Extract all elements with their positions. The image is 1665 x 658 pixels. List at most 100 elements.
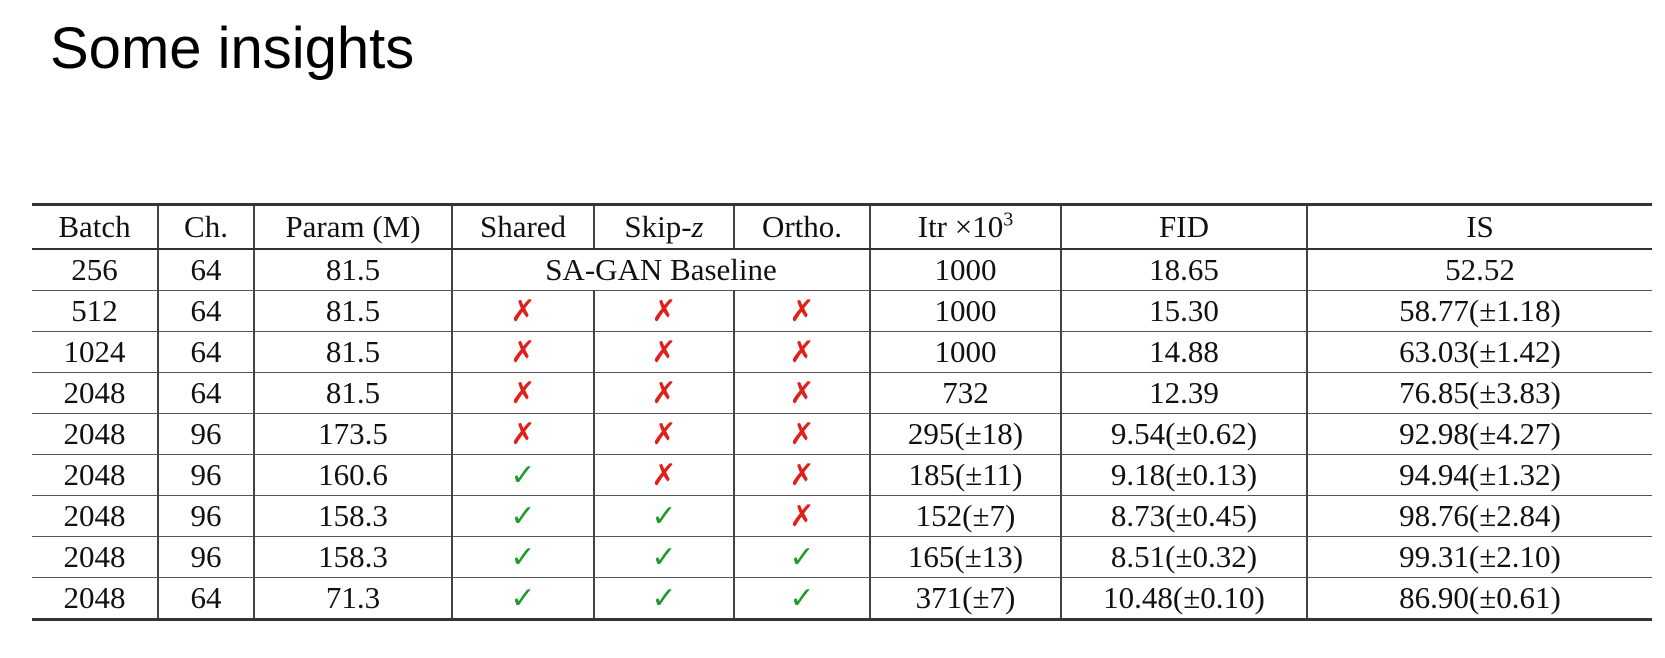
cell-param: 81.5 [253,372,452,414]
cell-fid: 9.54(±0.62) [1060,413,1307,455]
cell-skipz: ✗ [593,372,734,414]
cell-batch: 2048 [63,498,126,533]
check-icon: ✓ [789,539,815,575]
table-row: 1024 64 81.5 ✗ ✗ ✗ 1000 14.88 63.03(±1.42) [32,331,1652,373]
cross-icon: ✗ [789,416,815,452]
results-table-container: Batch Ch. Param (M) Shared Skip-z Ortho.… [32,203,1652,621]
cell-ortho: ✗ [733,372,870,414]
check-icon: ✓ [510,457,536,493]
cell-ortho: ✓ [733,536,870,578]
cell-fid: 18.65 [1060,249,1307,291]
check-icon: ✓ [510,580,536,616]
header-itr: Itr ×103 [869,203,1061,250]
cross-icon: ✗ [510,334,536,370]
header-skip-z-variable: z [691,209,704,244]
header-itr-exponent: 3 [1003,208,1014,231]
cross-icon: ✗ [510,375,536,411]
cell-param: 158.3 [253,495,452,537]
cell-ch: 64 [157,290,254,332]
cell-is: 86.90(±0.61) [1306,577,1652,620]
cell-ortho: ✗ [733,331,870,373]
header-shared: Shared [451,203,594,250]
cell-param: 71.3 [253,577,452,620]
header-fid: FID [1060,203,1307,250]
cell-param: 81.5 [253,249,452,291]
check-icon: ✓ [651,539,677,575]
cross-icon: ✗ [789,334,815,370]
table-body: 256 64 81.5 SA-GAN Baseline 1000 18.65 5… [32,249,1652,620]
cell-ch: 96 [157,454,254,496]
cross-icon: ✗ [789,498,815,534]
cell-fid: 12.39 [1060,372,1307,414]
cell-ortho: ✗ [733,290,870,332]
cell-batch: 256 [71,252,118,287]
cell-param: 173.5 [253,413,452,455]
cross-icon: ✗ [651,375,677,411]
cell-shared: ✗ [451,413,594,455]
table-header: Batch Ch. Param (M) Shared Skip-z Ortho.… [32,203,1652,250]
cell-fid: 15.30 [1060,290,1307,332]
cell-fid: 8.51(±0.32) [1060,536,1307,578]
cell-ortho: ✓ [733,577,870,620]
cell-shared: ✗ [451,372,594,414]
cross-icon: ✗ [651,293,677,329]
cell-itr: 165(±13) [869,536,1061,578]
cell-itr: 1000 [869,331,1061,373]
cell-fid: 14.88 [1060,331,1307,373]
cell-ch: 64 [157,372,254,414]
table-row: 512 64 81.5 ✗ ✗ ✗ 1000 15.30 58.77(±1.18) [32,290,1652,332]
cell-is: 76.85(±3.83) [1306,372,1652,414]
table-row: 2048 96 158.3 ✓ ✓ ✗ 152(±7) 8.73(±0.45) 98.76(±2… [32,495,1652,537]
check-icon: ✓ [651,498,677,534]
cell-is: 99.31(±2.10) [1306,536,1652,578]
cell-itr: 152(±7) [869,495,1061,537]
cell-ch: 64 [157,577,254,620]
cell-is: 98.76(±2.84) [1306,495,1652,537]
header-row: Batch Ch. Param (M) Shared Skip-z Ortho.… [32,203,1652,250]
cross-icon: ✗ [510,416,536,452]
cell-param: 158.3 [253,536,452,578]
cell-param: 160.6 [253,454,452,496]
cross-icon: ✗ [651,334,677,370]
header-param: Param (M) [253,203,452,250]
cell-ortho: ✗ [733,413,870,455]
header-skip-z-prefix: Skip- [624,209,692,244]
cell-param: 81.5 [253,290,452,332]
table-row: 2048 96 173.5 ✗ ✗ ✗ 295(±18) 9.54(±0.62) 92.98(±… [32,413,1652,455]
cell-shared: ✓ [451,536,594,578]
cross-icon: ✗ [510,293,536,329]
cell-batch: 2048 [63,375,126,410]
cell-batch: 512 [71,293,118,328]
header-skip-z: Skip-z [593,203,734,250]
table-row: 2048 96 160.6 ✓ ✗ ✗ 185(±11) 9.18(±0.13) 94.94(±… [32,454,1652,496]
cell-ch: 64 [157,331,254,373]
cell-ch: 96 [157,536,254,578]
cell-ortho: ✗ [733,495,870,537]
cell-is: 63.03(±1.42) [1306,331,1652,373]
cell-itr: 185(±11) [869,454,1061,496]
cell-batch: 2048 [63,457,126,492]
cell-skipz: ✓ [593,536,734,578]
cell-ch: 64 [157,249,254,291]
cell-skipz: ✗ [593,331,734,373]
cell-batch: 2048 [63,416,126,451]
cross-icon: ✗ [789,457,815,493]
cell-shared: ✓ [451,454,594,496]
table-row: 2048 96 158.3 ✓ ✓ ✓ 165(±13) 8.51(±0.32) 99.31(±… [32,536,1652,578]
cell-itr: 295(±18) [869,413,1061,455]
cell-batch: 1024 [63,334,126,369]
results-table: Batch Ch. Param (M) Shared Skip-z Ortho.… [32,203,1652,621]
cell-itr: 732 [869,372,1061,414]
header-ortho: Ortho. [733,203,870,250]
cell-fid: 9.18(±0.13) [1060,454,1307,496]
header-itr-prefix: Itr ×10 [917,209,1004,244]
cell-shared: ✗ [451,331,594,373]
cell-itr: 371(±7) [869,577,1061,620]
cross-icon: ✗ [789,293,815,329]
cell-ch: 96 [157,495,254,537]
header-is: IS [1306,203,1652,250]
check-icon: ✓ [789,580,815,616]
cell-fid: 10.48(±0.10) [1060,577,1307,620]
cross-icon: ✗ [651,416,677,452]
baseline-label: SA-GAN Baseline [451,249,870,291]
